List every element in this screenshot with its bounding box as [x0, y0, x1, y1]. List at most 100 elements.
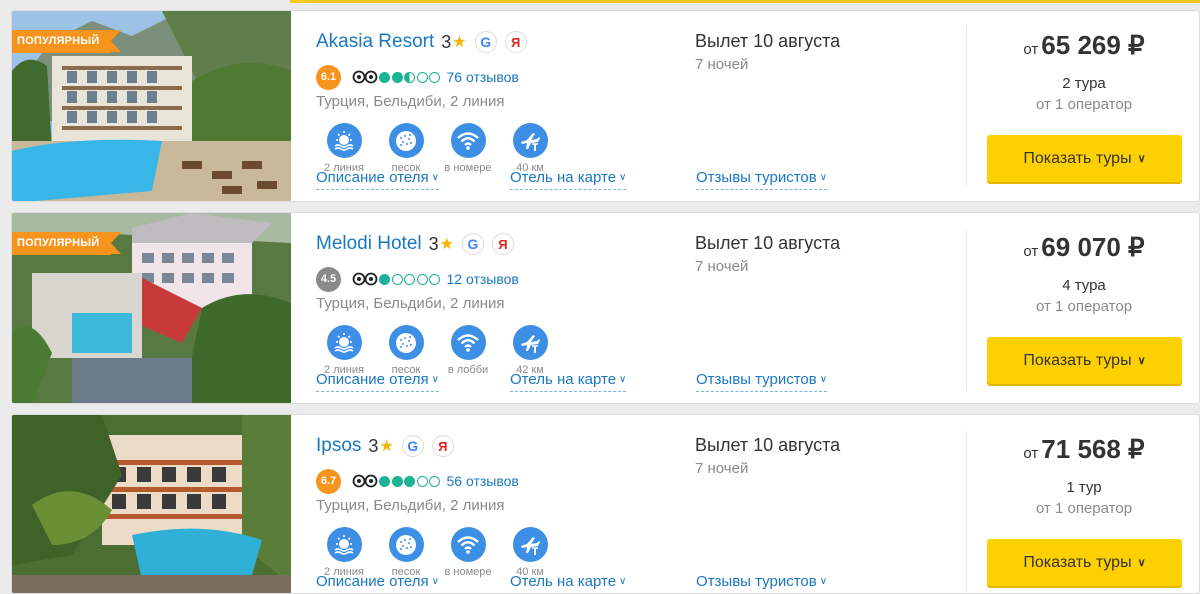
- hotel-description-link[interactable]: Описание отеля ∨: [316, 169, 439, 190]
- hotel-photo[interactable]: ПОПУЛЯРНЫЙ: [12, 11, 291, 201]
- google-icon[interactable]: G: [401, 435, 424, 457]
- rating-score-badge: 4.5: [316, 266, 341, 292]
- hotel-location: Турция, Бельдиби, 2 линия: [316, 93, 505, 110]
- amenity-beach-line: 2 линия: [314, 325, 374, 376]
- hotel-card: ПОПУЛЯРНЫЙ Melodi Hotel 3 ★ G Я 4.5 12 от…: [11, 212, 1200, 404]
- button-label: Показать туры: [1023, 351, 1132, 369]
- hotel-name-row: Melodi Hotel 3 ★ G Я: [316, 230, 514, 258]
- chevron-down-icon: ∨: [619, 576, 627, 587]
- chevron-down-icon: ∨: [819, 172, 828, 183]
- wifi-icon: [450, 123, 486, 158]
- price-column: от 71 568 ₽ 1 тур от 1 оператор Показать …: [967, 415, 1199, 593]
- hotel-stars: 3 ★: [441, 32, 466, 53]
- price-column: от 69 070 ₽ 4 тура от 1 оператор Показать…: [967, 213, 1199, 403]
- tourist-reviews-link[interactable]: Отзывы туристов ∨: [696, 573, 828, 593]
- rating-row: 6.1 76 отзывов: [316, 64, 519, 90]
- hotel-name-link[interactable]: Ipsos: [316, 435, 361, 457]
- amenities-row: 2 линия песок в лобби 42 км: [316, 325, 562, 376]
- departure-info: Вылет 10 августа 7 ночей: [695, 31, 840, 73]
- show-tours-button[interactable]: Показать туры ∨: [987, 539, 1182, 586]
- chevron-down-icon: ∨: [431, 374, 439, 385]
- bubble-icon: [416, 71, 428, 83]
- popular-badge: ПОПУЛЯРНЫЙ: [12, 30, 122, 53]
- yandex-icon[interactable]: Я: [431, 435, 454, 457]
- bubble-icon: [404, 273, 415, 285]
- hotel-name-link[interactable]: Akasia Resort: [316, 31, 434, 53]
- airport-icon: [512, 123, 548, 158]
- tourist-reviews-link[interactable]: Отзывы туристов ∨: [696, 169, 828, 190]
- tripadvisor-owl-icon: [352, 272, 378, 286]
- top-accent-bar: [0, 0, 1200, 4]
- departure-info: Вылет 10 августа 7 ночей: [695, 435, 840, 477]
- chevron-down-icon: ∨: [819, 576, 828, 587]
- google-icon[interactable]: G: [474, 31, 497, 53]
- hotel-map-link[interactable]: Отель на карте ∨: [510, 573, 627, 593]
- show-tours-button[interactable]: Показать туры ∨: [987, 135, 1182, 182]
- amenity-sand: песок: [376, 123, 436, 174]
- price-column: от 65 269 ₽ 2 тура от 1 оператор Показать…: [967, 11, 1199, 201]
- tripadvisor-owl-icon: [352, 474, 378, 488]
- link-label: Отель на карте: [510, 573, 617, 590]
- chevron-down-icon: ∨: [1137, 355, 1146, 367]
- departure-date: Вылет 10 августа: [695, 435, 841, 455]
- price-line: от 65 269 ₽: [967, 30, 1199, 61]
- amenity-airport: 40 км: [500, 527, 560, 578]
- amenity-beach-line: 2 линия: [314, 123, 374, 174]
- hotel-photo[interactable]: [12, 415, 291, 593]
- google-icon[interactable]: G: [461, 233, 484, 255]
- button-label: Показать туры: [1023, 149, 1132, 167]
- chevron-down-icon: ∨: [619, 172, 627, 183]
- star-icon: ★: [452, 34, 467, 51]
- stars-count: 3: [368, 435, 379, 456]
- link-label: Описание отеля: [316, 371, 429, 388]
- link-label: Отзывы туристов: [696, 169, 817, 186]
- bubble-icon: [391, 475, 403, 487]
- hotel-photo[interactable]: ПОПУЛЯРНЫЙ: [12, 213, 291, 403]
- beach-line-icon: [326, 123, 362, 158]
- amenity-airport: 40 км: [500, 123, 560, 174]
- sand-icon: [388, 123, 424, 158]
- link-label: Отель на карте: [510, 169, 617, 186]
- hotel-map-link[interactable]: Отель на карте ∨: [510, 169, 627, 190]
- amenity-wifi: в номере: [438, 123, 498, 174]
- bubble-icon: [416, 475, 428, 487]
- yandex-icon[interactable]: Я: [504, 31, 527, 53]
- hotel-links: Описание отеля ∨ Отель на карте ∨ Отзывы т…: [316, 371, 876, 393]
- hotel-links: Описание отеля ∨ Отель на карте ∨ Отзывы т…: [316, 573, 876, 593]
- departure-date: Вылет 10 августа: [695, 31, 841, 51]
- price-value: 69 070 ₽: [1041, 232, 1145, 262]
- bubble-icon: [404, 71, 415, 83]
- price-from: от: [1023, 41, 1039, 58]
- link-label: Отель на карте: [510, 371, 617, 388]
- sand-icon: [388, 527, 424, 562]
- bubble-icon: [429, 475, 440, 487]
- price-line: от 69 070 ₽: [967, 232, 1199, 263]
- reviews-count-link[interactable]: 12 отзывов: [447, 271, 519, 287]
- hotel-map-link[interactable]: Отель на карте ∨: [510, 371, 627, 392]
- reviews-count-link[interactable]: 56 отзывов: [447, 473, 519, 489]
- rating-score-badge: 6.7: [316, 468, 341, 494]
- departure-info: Вылет 10 августа 7 ночей: [695, 233, 840, 275]
- hotel-description-link[interactable]: Описание отеля ∨: [316, 573, 439, 593]
- star-icon: ★: [439, 236, 454, 253]
- bubble-icon: [404, 475, 415, 487]
- hotel-stars: 3 ★: [368, 436, 393, 457]
- chevron-down-icon: ∨: [819, 374, 828, 385]
- airport-icon: [512, 527, 548, 562]
- hotel-links: Описание отеля ∨ Отель на карте ∨ Отзывы т…: [316, 169, 876, 191]
- hotel-name-link[interactable]: Melodi Hotel: [316, 233, 422, 255]
- tripadvisor-bubbles: [379, 273, 442, 285]
- reviews-count-link[interactable]: 76 отзывов: [447, 69, 519, 85]
- operators-count: от 1 оператор: [1035, 500, 1133, 517]
- beach-line-icon: [326, 325, 362, 360]
- amenity-wifi: в номере: [438, 527, 498, 578]
- wifi-icon: [450, 325, 486, 360]
- amenity-wifi: в лобби: [438, 325, 498, 376]
- hotel-description-link[interactable]: Описание отеля ∨: [316, 371, 439, 392]
- chevron-down-icon: ∨: [431, 172, 439, 183]
- yandex-icon[interactable]: Я: [491, 233, 514, 255]
- tourist-reviews-link[interactable]: Отзывы туристов ∨: [696, 371, 828, 392]
- tripadvisor-bubbles: [379, 71, 442, 83]
- show-tours-button[interactable]: Показать туры ∨: [987, 337, 1182, 384]
- chevron-down-icon: ∨: [1137, 557, 1146, 569]
